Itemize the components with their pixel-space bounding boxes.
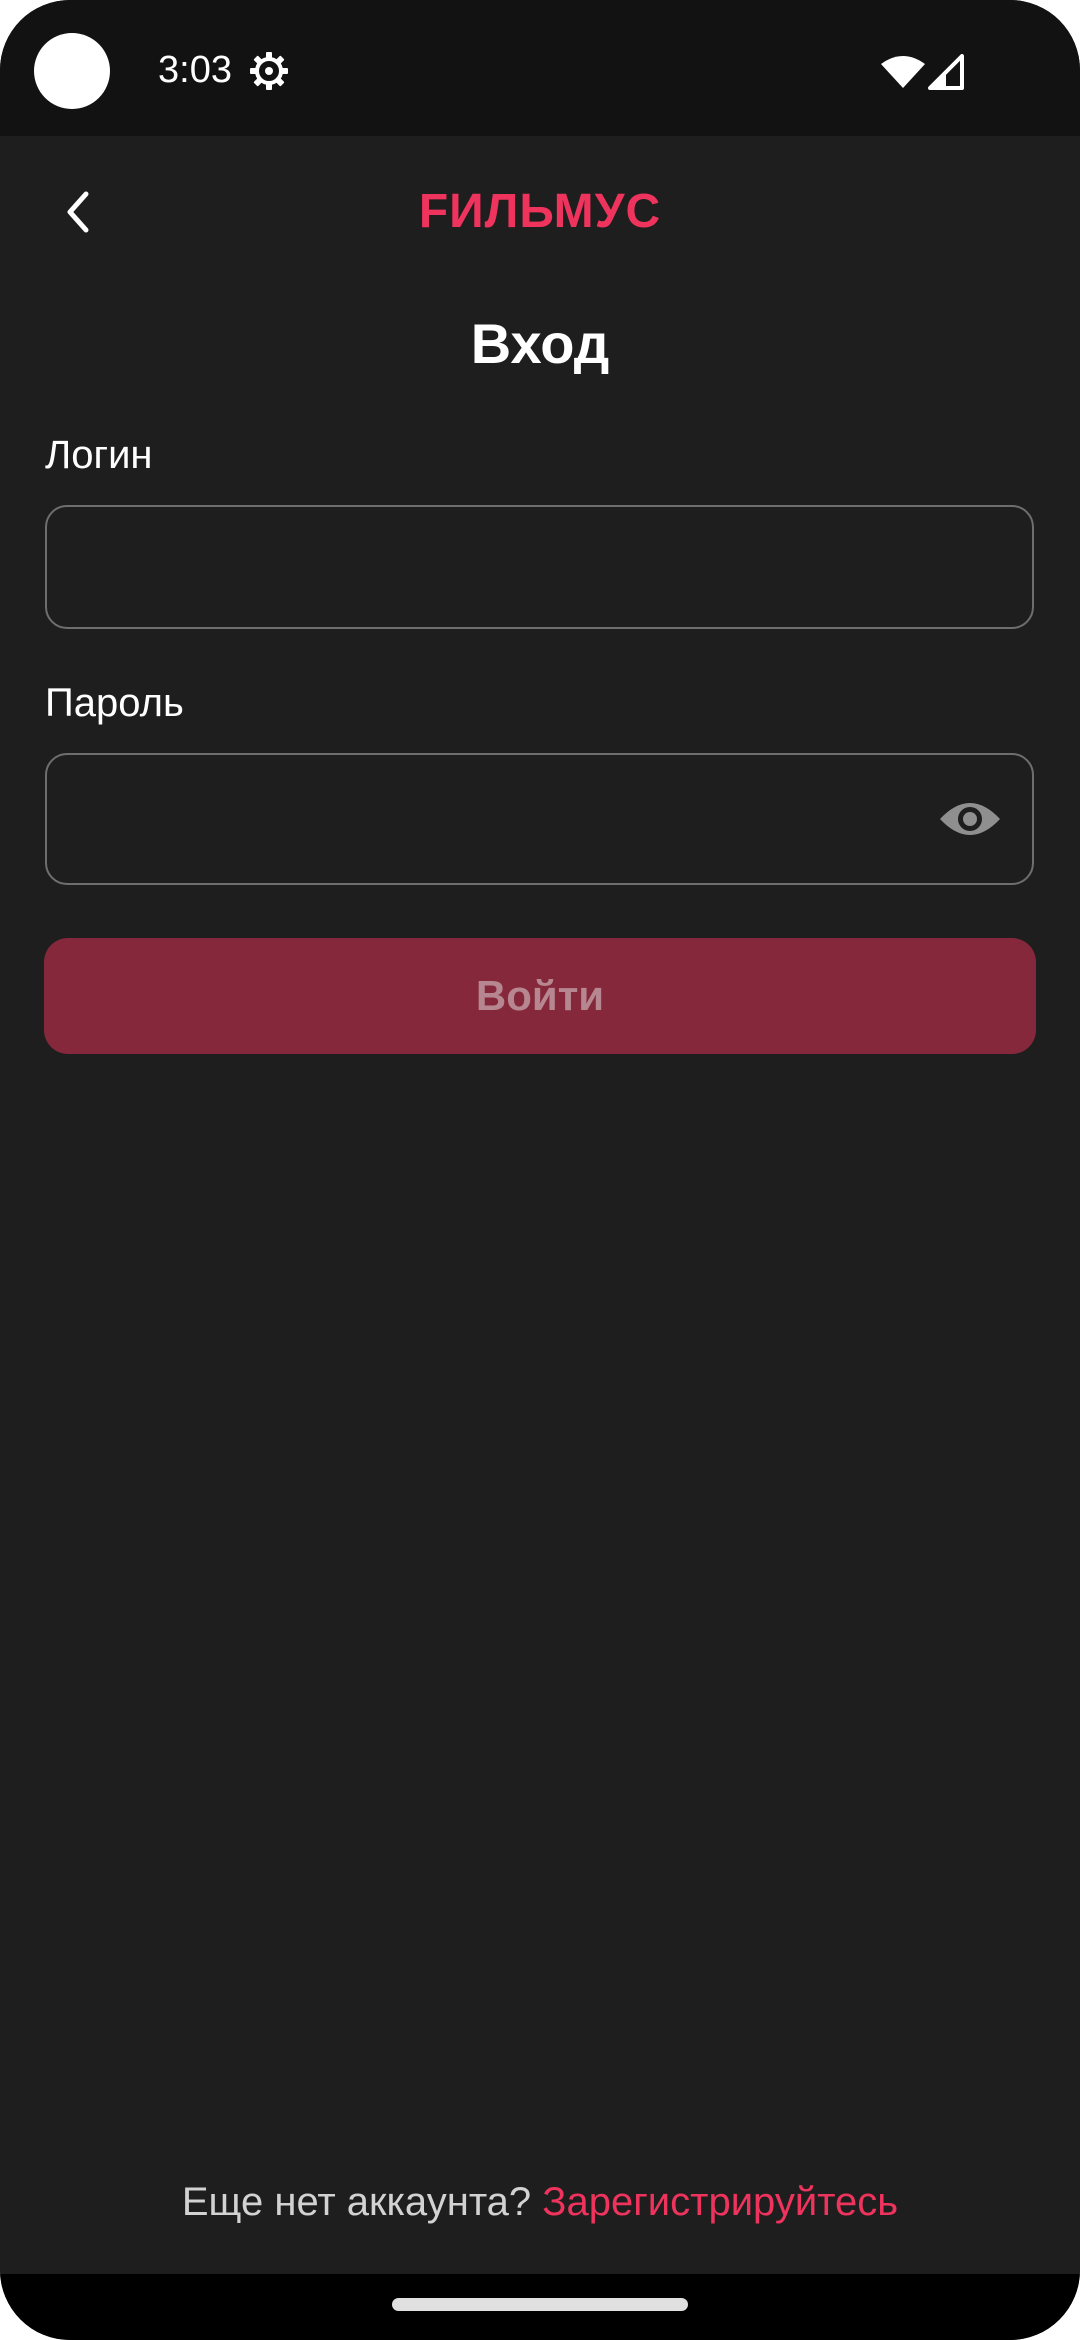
password-input[interactable] [75,755,939,885]
wifi-icon [880,54,926,90]
status-time: 3:03 [158,49,232,91]
login-submit-button[interactable]: Войти [44,938,1036,1054]
register-prompt: Еще нет аккаунта? Зарегистрируйтесь [0,2176,1080,2228]
register-question: Еще нет аккаунта? [181,2180,543,2224]
login-label: Логин [45,433,153,477]
login-input[interactable] [75,507,939,629]
app-logo: FИЛЬМУС [418,185,662,238]
camera-cutout [34,33,110,109]
password-field-container [45,753,1034,885]
register-link[interactable]: Зарегистрируйтесь [542,2180,898,2224]
navigation-bar [0,2274,1080,2340]
password-label: Пароль [45,681,184,725]
settings-icon [248,50,290,92]
page-title: Вход [470,312,610,375]
password-visibility-toggle[interactable] [938,793,1002,845]
login-screen: FИЛЬМУС Вход Логин Пароль Войти Еще нет … [0,136,1080,2274]
device-frame: 3:03 FИЛЬМУС Вход Логин Пароль Войти Еще… [0,0,1080,2340]
login-field-container [45,505,1034,629]
eye-icon [940,803,1000,835]
home-indicator[interactable] [392,2298,688,2311]
signal-icon [928,54,964,90]
status-bar: 3:03 [0,0,1080,136]
